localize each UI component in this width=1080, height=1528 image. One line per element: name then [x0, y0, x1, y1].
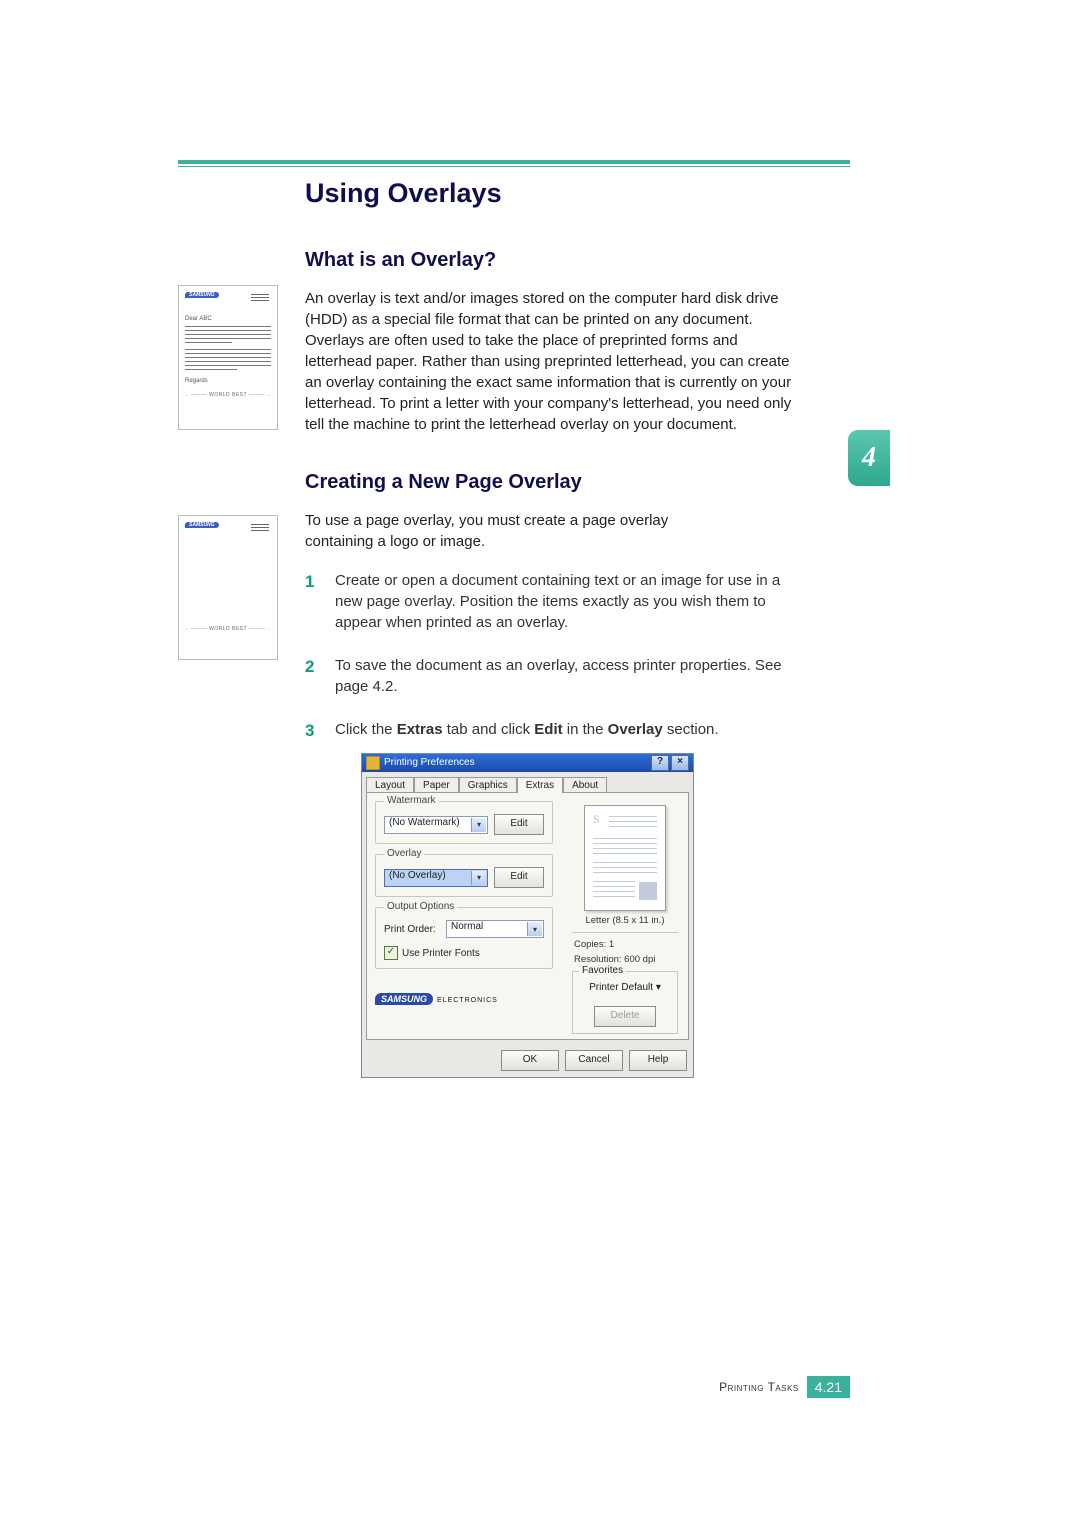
paper-size-label: Letter (8.5 x 11 in.): [574, 915, 676, 926]
tab-extras[interactable]: Extras: [517, 777, 563, 793]
header-lines-icon: [251, 294, 269, 303]
dialog-footer: OK Cancel Help: [362, 1044, 693, 1077]
t: in the: [563, 721, 608, 738]
dialog-titlebar: Printing Preferences ? ×: [362, 754, 693, 772]
chapter-tab: 4: [848, 430, 890, 486]
watermark-edit-button[interactable]: Edit: [494, 814, 544, 835]
letter-closing: Regards: [185, 378, 271, 384]
t: Click the: [335, 721, 397, 738]
t: section.: [663, 721, 719, 738]
samsung-logo: SAMSUNG: [185, 292, 219, 298]
watermark-value: (No Watermark): [389, 817, 460, 828]
page-number: 4.21: [807, 1376, 850, 1398]
tab-layout[interactable]: Layout: [366, 777, 414, 793]
chevron-down-icon: ▾: [656, 982, 661, 993]
watermark-group: Watermark (No Watermark) ▾ Edit: [375, 801, 553, 844]
page-footer: Printing Tasks 4.21: [719, 1376, 850, 1398]
print-order-select[interactable]: Normal ▾: [446, 920, 544, 938]
favorites-delete-button[interactable]: Delete: [594, 1006, 656, 1027]
samsung-logo: SAMSUNG: [375, 993, 433, 1005]
chevron-down-icon: ▾: [527, 922, 542, 936]
favorites-label: Favorites: [579, 965, 626, 976]
preview-side: S Letter (8.5 x 11: [570, 805, 680, 1034]
letterhead-thumbnail: SAMSUNG Dear ABC Regards WORLD BEST: [178, 285, 278, 430]
extras-bold: Extras: [397, 721, 443, 738]
samsung-electronics-label: ELECTRONICS: [437, 997, 498, 1004]
header-lines-icon: [251, 524, 269, 533]
output-options-group: Output Options Print Order: Normal ▾ ✓ U…: [375, 907, 553, 969]
step-3: 3 Click the Extras tab and click Edit in…: [305, 719, 795, 740]
letter-salutation: Dear ABC: [185, 316, 271, 322]
overlay-value: (No Overlay): [389, 870, 446, 881]
chevron-down-icon: ▾: [471, 871, 486, 885]
step-number: 1: [305, 570, 314, 594]
subhead-creating-overlay: Creating a New Page Overlay: [305, 471, 795, 494]
print-order-label: Print Order:: [384, 924, 440, 935]
samsung-brand: SAMSUNG ELECTRONICS: [375, 993, 553, 1005]
favorites-select[interactable]: Printer Default ▾: [579, 982, 671, 1000]
help-titlebar-button[interactable]: ?: [651, 755, 669, 771]
cancel-button[interactable]: Cancel: [565, 1050, 623, 1071]
use-printer-fonts-checkbox[interactable]: ✓ Use Printer Fonts: [384, 946, 544, 960]
dialog-panel: Watermark (No Watermark) ▾ Edit Overlay …: [366, 792, 689, 1040]
main-content: Using Overlays What is an Overlay? An ov…: [305, 178, 795, 762]
watermark-group-label: Watermark: [384, 795, 439, 806]
page-title: Using Overlays: [305, 178, 795, 209]
step-1: 1 Create or open a document containing t…: [305, 570, 795, 633]
printer-icon: [366, 756, 380, 770]
printing-preferences-dialog: Printing Preferences ? × Layout Paper Gr…: [361, 753, 694, 1078]
step-text: Click the Extras tab and click Edit in t…: [335, 721, 719, 738]
preview-s-mark: S: [593, 812, 600, 827]
resolution-label: Resolution: 600 dpi: [574, 954, 676, 965]
creating-overlay-intro: To use a page overlay, you must create a…: [305, 510, 725, 552]
watermark-select[interactable]: (No Watermark) ▾: [384, 816, 488, 834]
output-options-label: Output Options: [384, 901, 457, 912]
tab-about[interactable]: About: [563, 777, 607, 793]
subhead-what-is-overlay: What is an Overlay?: [305, 249, 795, 272]
overlay-group: Overlay (No Overlay) ▾ Edit: [375, 854, 553, 897]
step-number: 3: [305, 719, 314, 743]
favorites-group: Favorites Printer Default ▾ Delete: [572, 971, 678, 1034]
edit-bold: Edit: [534, 721, 562, 738]
t: tab and click: [443, 721, 535, 738]
favorites-value: Printer Default: [589, 982, 653, 993]
step-2: 2 To save the document as an overlay, ac…: [305, 655, 795, 697]
overlay-group-label: Overlay: [384, 848, 424, 859]
footer-section-label: Printing Tasks: [719, 1380, 799, 1394]
tab-graphics[interactable]: Graphics: [459, 777, 517, 793]
checkmark-icon: ✓: [384, 946, 398, 960]
overlay-bold: Overlay: [608, 721, 663, 738]
top-rule: [178, 160, 850, 164]
steps-list: 1 Create or open a document containing t…: [305, 570, 795, 740]
letter-body-lines: [185, 326, 271, 370]
step-number: 2: [305, 655, 314, 679]
world-best-footer: WORLD BEST: [185, 392, 271, 398]
chevron-down-icon: ▾: [471, 818, 486, 832]
samsung-logo: SAMSUNG: [185, 522, 219, 528]
world-best-footer: WORLD BEST: [185, 626, 271, 632]
overlay-thumbnail: SAMSUNG WORLD BEST: [178, 515, 278, 660]
step-text: To save the document as an overlay, acce…: [335, 657, 782, 695]
dialog-tabs: Layout Paper Graphics Extras About: [362, 772, 693, 792]
use-printer-fonts-label: Use Printer Fonts: [402, 948, 480, 959]
close-titlebar-button[interactable]: ×: [671, 755, 689, 771]
dialog-title: Printing Preferences: [384, 754, 475, 772]
overlay-select[interactable]: (No Overlay) ▾: [384, 869, 488, 887]
tab-paper[interactable]: Paper: [414, 777, 459, 793]
help-button[interactable]: Help: [629, 1050, 687, 1071]
step-text: Create or open a document containing tex…: [335, 572, 780, 631]
print-order-value: Normal: [451, 921, 483, 932]
ok-button[interactable]: OK: [501, 1050, 559, 1071]
overlay-edit-button[interactable]: Edit: [494, 867, 544, 888]
copies-label: Copies: 1: [574, 939, 676, 950]
what-is-overlay-paragraph: An overlay is text and/or images stored …: [305, 288, 795, 435]
page-preview: S: [584, 805, 666, 911]
